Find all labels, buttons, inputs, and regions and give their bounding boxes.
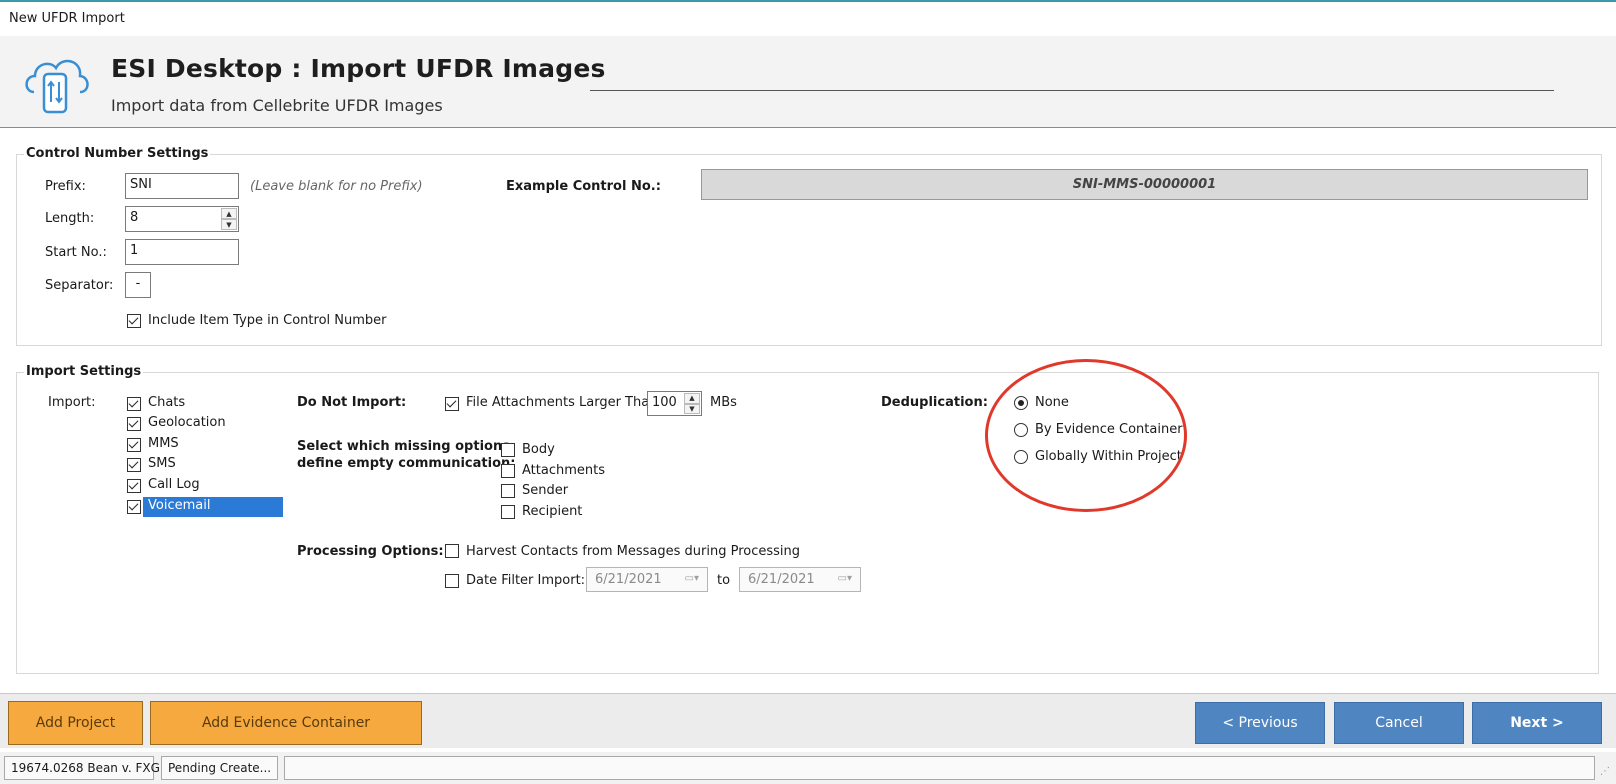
attachments-size-label: File Attachments Larger Than <box>466 395 658 410</box>
cloud-phone-icon <box>20 46 92 122</box>
import-label: Import: <box>48 395 96 410</box>
include-type-checkbox[interactable] <box>127 314 141 328</box>
separator-input[interactable]: - <box>125 272 151 298</box>
import-item-label: Geolocation <box>148 415 226 430</box>
window-title: New UFDR Import <box>9 11 125 26</box>
length-spin-buttons[interactable]: ▲ ▼ <box>221 208 237 230</box>
length-label: Length: <box>45 211 95 226</box>
missing-options-label-line2: define empty communication: <box>297 456 516 471</box>
calendar-dropdown-icon[interactable]: ▭▾ <box>685 573 699 584</box>
attachments-size-unit: MBs <box>710 395 737 410</box>
separator-label: Separator: <box>45 278 114 293</box>
prefix-hint: (Leave blank for no Prefix) <box>250 179 423 194</box>
missing-option-label: Body <box>522 442 555 457</box>
attachments-size-value: 100 <box>652 395 677 410</box>
missing-option-label: Sender <box>522 483 569 498</box>
spin-up-icon[interactable]: ▲ <box>221 208 237 219</box>
next-button[interactable]: Next > <box>1472 702 1602 744</box>
date-from-value: 6/21/2021 <box>595 572 662 587</box>
import-sms-checkbox[interactable] <box>127 458 141 472</box>
date-to-picker[interactable]: 6/21/2021 ▭▾ <box>739 567 861 592</box>
missing-option-label: Recipient <box>522 504 583 519</box>
import-voicemail-checkbox[interactable] <box>127 500 141 514</box>
include-type-label: Include Item Type in Control Number <box>148 313 387 328</box>
attachments-spin-buttons[interactable]: ▲ ▼ <box>684 393 700 414</box>
spin-down-icon[interactable]: ▼ <box>221 219 237 230</box>
import-item-label: MMS <box>148 436 179 451</box>
date-filter-label: Date Filter Import: <box>466 573 586 588</box>
status-case: 19674.0268 Bean v. FXG <box>4 756 160 780</box>
missing-body-checkbox[interactable] <box>501 443 515 457</box>
deduplication-label: Deduplication: <box>881 395 988 410</box>
start-no-label: Start No.: <box>45 245 107 260</box>
import-item-label: Voicemail <box>148 498 211 513</box>
page-subtitle: Import data from Cellebrite UFDR Images <box>111 96 443 115</box>
calendar-dropdown-icon[interactable]: ▭▾ <box>838 573 852 584</box>
missing-sender-checkbox[interactable] <box>501 484 515 498</box>
cancel-button[interactable]: Cancel <box>1334 702 1464 744</box>
page-header: ESI Desktop : Import UFDR Images Import … <box>0 36 1616 128</box>
status-state: Pending Create... <box>161 756 278 780</box>
prefix-input[interactable]: SNI <box>125 173 239 199</box>
import-call-log-checkbox[interactable] <box>127 479 141 493</box>
page-title: ESI Desktop : Import UFDR Images <box>111 54 606 83</box>
example-control-value: SNI-MMS-00000001 <box>701 169 1588 200</box>
title-divider <box>590 90 1554 91</box>
import-settings-group <box>16 372 1599 674</box>
previous-button[interactable]: < Previous <box>1195 702 1325 744</box>
spin-down-icon[interactable]: ▼ <box>684 403 700 414</box>
control-number-legend: Control Number Settings <box>24 146 211 161</box>
attachments-size-stepper[interactable]: 100 ▲ ▼ <box>647 391 702 416</box>
date-to-label: to <box>717 573 731 588</box>
do-not-import-label: Do Not Import: <box>297 395 407 410</box>
spin-up-icon[interactable]: ▲ <box>684 393 700 404</box>
add-evidence-container-button[interactable]: Add Evidence Container <box>150 701 422 745</box>
missing-option-label: Attachments <box>522 463 605 478</box>
attachments-size-checkbox[interactable] <box>445 397 459 411</box>
import-item-label: Chats <box>148 395 186 410</box>
import-chats-checkbox[interactable] <box>127 397 141 411</box>
missing-recipient-checkbox[interactable] <box>501 505 515 519</box>
import-item-label: Call Log <box>148 477 200 492</box>
processing-options-label: Processing Options: <box>297 544 444 559</box>
resize-grip-icon[interactable]: ⋰ <box>1600 766 1610 777</box>
missing-options-label-line1: Select which missing options <box>297 439 510 454</box>
add-project-button[interactable]: Add Project <box>8 701 143 745</box>
date-to-value: 6/21/2021 <box>748 572 815 587</box>
missing-attachments-checkbox[interactable] <box>501 464 515 478</box>
import-mms-checkbox[interactable] <box>127 438 141 452</box>
length-value: 8 <box>130 210 139 225</box>
date-filter-checkbox[interactable] <box>445 574 459 588</box>
status-extra <box>284 756 1595 780</box>
import-item-label: SMS <box>148 456 176 471</box>
start-no-input[interactable]: 1 <box>125 239 239 265</box>
window-titlebar: New UFDR Import <box>0 0 1616 36</box>
example-control-label: Example Control No.: <box>506 179 661 194</box>
length-stepper[interactable]: 8 ▲ ▼ <box>125 206 239 232</box>
date-from-picker[interactable]: 6/21/2021 ▭▾ <box>586 567 708 592</box>
harvest-contacts-checkbox[interactable] <box>445 544 459 558</box>
import-geolocation-checkbox[interactable] <box>127 417 141 431</box>
harvest-contacts-label: Harvest Contacts from Messages during Pr… <box>466 544 801 559</box>
prefix-label: Prefix: <box>45 179 86 194</box>
annotation-circle <box>985 359 1187 512</box>
import-settings-legend: Import Settings <box>24 364 144 379</box>
